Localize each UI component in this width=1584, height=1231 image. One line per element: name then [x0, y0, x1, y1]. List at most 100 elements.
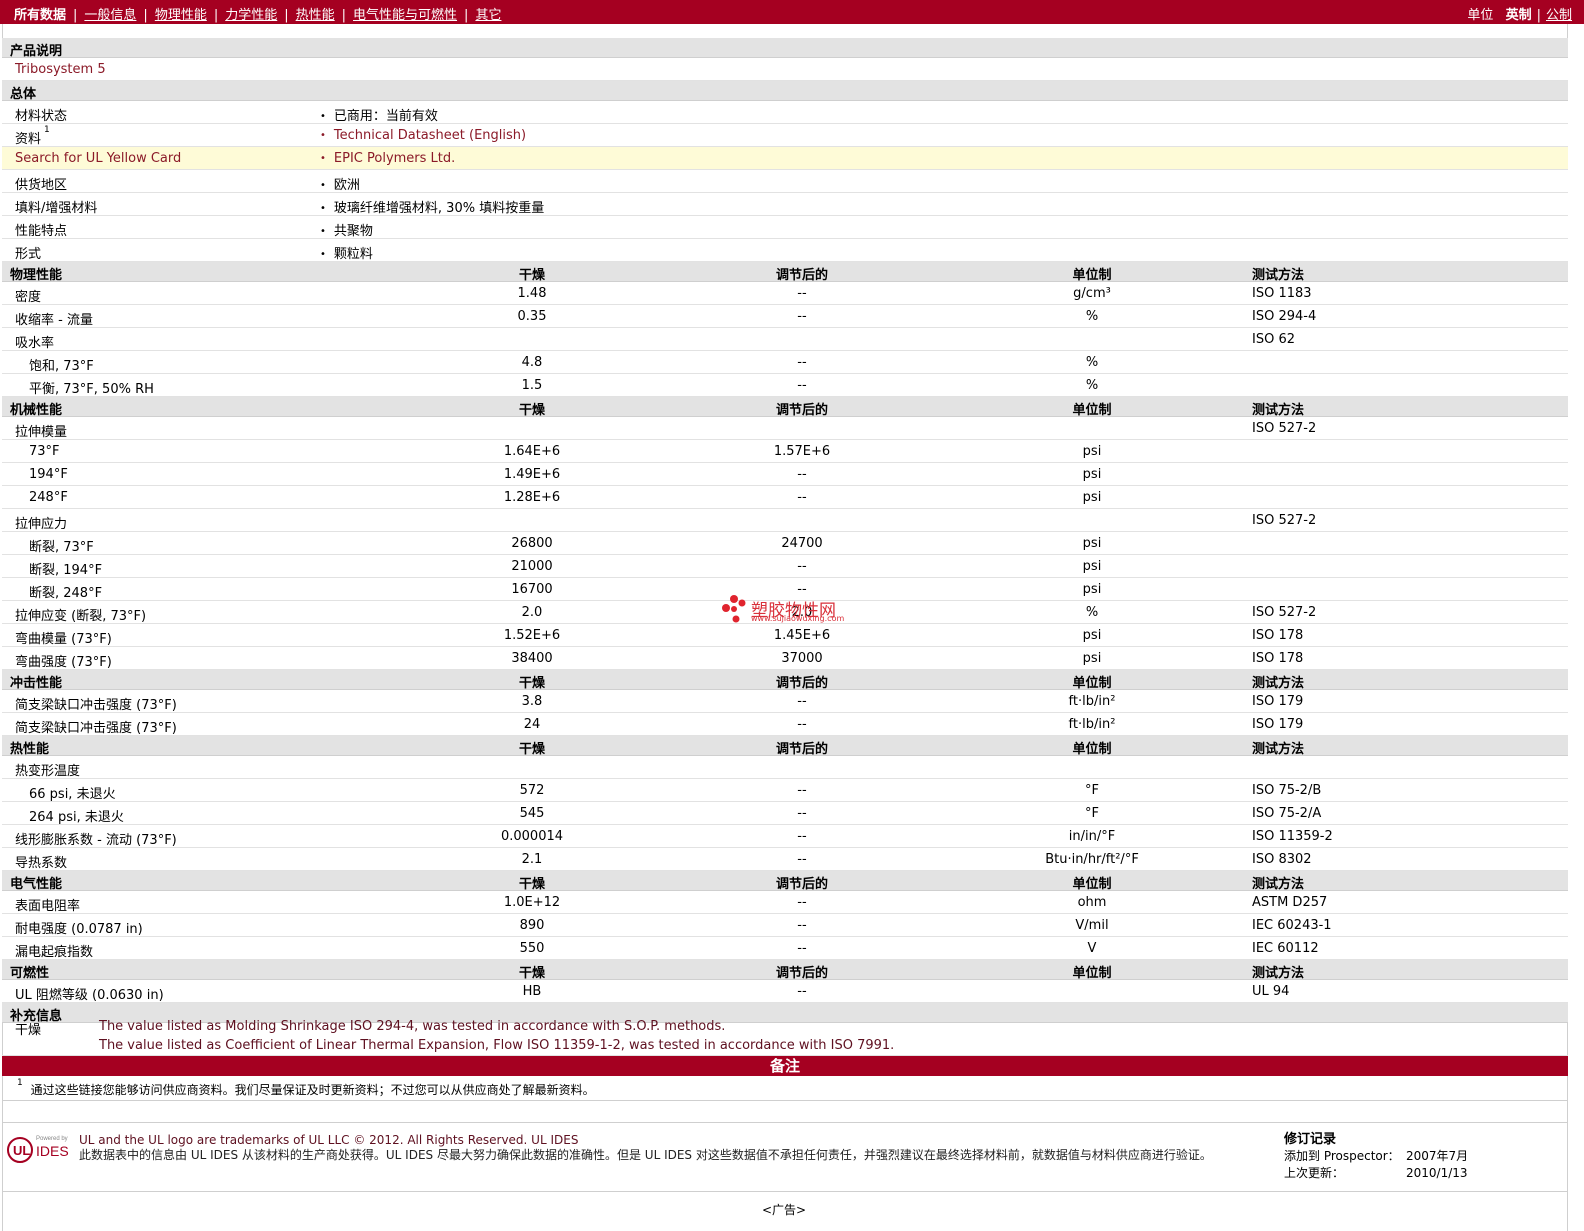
nav-other[interactable]: 其它 [475, 8, 501, 23]
property-label: 供货地区 [15, 174, 67, 193]
nav-general-info[interactable]: 一般信息 [84, 8, 136, 23]
revision-history: 修订记录 添加到 Prospector： 2007年7月 上次更新： 2010/1/… [1284, 1131, 1468, 1182]
remarks-header: 备注 [2, 1056, 1568, 1076]
col-header-unit: 单位制 [1072, 742, 1112, 757]
property-label: 弯曲强度 (73°F) [15, 655, 112, 670]
general-info-row: 供货地区 欧洲 [2, 170, 1568, 193]
property-label: 耐电强度 (0.0787 in) [15, 922, 143, 937]
value-conditioned: 1.57E+6 [773, 444, 831, 459]
nav-all-data[interactable]: 所有数据 [14, 8, 66, 23]
value-conditioned: -- [797, 895, 807, 910]
value-test-method: ISO 527-2 [1252, 513, 1317, 528]
col-header-method: 测试方法 [1252, 877, 1305, 892]
property-label-text: 填料/增强材料 [15, 201, 98, 216]
col-header-unit: 单位制 [1072, 268, 1112, 283]
general-info-row: 形式 颗粒料 [2, 239, 1568, 262]
table-row: 拉伸模量 ISO 527-2 [2, 417, 1568, 440]
revision-title: 修订记录 [1284, 1132, 1337, 1147]
table-row: 73°F 1.64E+6 1.57E+6 psi [2, 440, 1568, 463]
value-test-method: ISO 178 [1252, 628, 1304, 643]
col-header-unit: 单位制 [1072, 877, 1112, 892]
advertisement-label: <广告> [761, 1203, 807, 1217]
value-unit: % [1085, 378, 1099, 393]
supplemental-note-1: The value listed as Molding Shrinkage IS… [99, 1019, 726, 1034]
section-title: 热性能 [10, 742, 50, 757]
value-test-method: ASTM D257 [1252, 895, 1328, 910]
value-test-method: IEC 60243-1 [1252, 918, 1332, 933]
section-title: 电气性能 [10, 877, 63, 892]
value-test-method: ISO 179 [1252, 694, 1304, 709]
value-test-method: ISO 62 [1252, 332, 1295, 347]
supplemental-label: 干燥 [15, 1023, 42, 1038]
table-row: 平衡, 73°F, 50% RH 1.5 --% [2, 374, 1568, 397]
table-row: UL 阻燃等级 (0.0630 in) HB -- UL 94 [2, 980, 1568, 1003]
table-row: 194°F 1.49E+6 -- psi [2, 463, 1568, 486]
section-header-general: 总体 [2, 81, 1568, 102]
table-row: 线形膨胀系数 - 流动 (73°F) 0.000014 -- in/in/°F ISO … [2, 825, 1568, 848]
section-title: 机械性能 [10, 403, 63, 418]
property-label: 66 psi, 未退火 [29, 787, 116, 802]
col-header-conditioned: 调节后的 [775, 877, 829, 892]
value-conditioned: -- [797, 490, 807, 505]
col-header-dry: 干燥 [518, 268, 546, 283]
divider [2, 1100, 1568, 1101]
value-dry: 38400 [511, 651, 553, 666]
units-label: 单位 [1467, 8, 1494, 23]
property-label: 收缩率 - 流量 [15, 313, 93, 328]
value-conditioned: 1.45E+6 [773, 628, 831, 643]
col-header-unit: 单位制 [1072, 403, 1112, 418]
col-header-unit: 单位制 [1072, 676, 1112, 691]
property-label: 拉伸应力 [15, 517, 68, 532]
trademark-line: UL and the UL logo are trademarks of UL … [79, 1133, 579, 1147]
table-row: 导热系数 2.1 -- Btu·in/hr/ft²/°F ISO 8302 [2, 848, 1568, 871]
value-conditioned: -- [797, 918, 807, 933]
divider [2, 1122, 1568, 1123]
col-header-dry: 干燥 [518, 966, 546, 981]
section-header-physical: 物理性能 干燥 调节后的 单位制 测试方法 [2, 262, 1568, 283]
value-conditioned: -- [797, 467, 807, 482]
property-label: 材料状态 [15, 105, 67, 124]
col-header-method: 测试方法 [1252, 676, 1305, 691]
value-conditioned: -- [797, 783, 807, 798]
value-unit: psi [1082, 628, 1102, 643]
value-unit: ohm [1077, 895, 1107, 910]
value-unit: in/in/°F [1068, 829, 1116, 844]
section-title: 可燃性 [10, 966, 50, 981]
nav-physical[interactable]: 物理性能 [155, 8, 207, 23]
table-row: 断裂, 73°F 26800 24700 psi [2, 532, 1568, 555]
value-conditioned: -- [797, 941, 807, 956]
nav-mechanical[interactable]: 力学性能 [225, 8, 277, 23]
property-label: 简支梁缺口冲击强度 (73°F) [15, 721, 177, 736]
logo-ul-text: UL [13, 1143, 30, 1158]
nav-thermal[interactable]: 热性能 [296, 8, 335, 23]
property-value: 玻璃纤维增强材料, 30% 填料按重量 [320, 197, 544, 216]
value-unit: psi [1082, 559, 1102, 574]
table-row: 饱和, 73°F 4.8 --% [2, 351, 1568, 374]
value-unit: ft·lb/in² [1068, 694, 1116, 709]
col-header-method: 测试方法 [1252, 742, 1305, 757]
value-test-method: ISO 178 [1252, 651, 1304, 666]
table-row: 密度 1.48 -- g/cm³ ISO 1183 [2, 282, 1568, 305]
section-title: 总体 [10, 87, 37, 102]
supplemental-notes: 干燥 The value listed as Molding Shrinkage… [2, 1016, 1568, 1056]
value-unit: °F [1085, 806, 1099, 821]
nav-electrical-flammability[interactable]: 电气性能与可燃性 [353, 8, 457, 23]
col-header-conditioned: 调节后的 [775, 268, 829, 283]
top-nav-bar: 所有数据 | 一般信息 | 物理性能 | 力学性能 | 热性能 | 电气性能与可燃性 | 其它 单位 英… [0, 0, 1584, 24]
technical-datasheet-link[interactable]: Technical Datasheet (English) [320, 128, 526, 143]
property-label: 填料/增强材料 [15, 197, 97, 216]
units-metric-link[interactable]: 公制 [1546, 8, 1572, 23]
revision-added-label: 添加到 Prospector： [1284, 1149, 1400, 1163]
table-row: 吸水率 ISO 62 [2, 328, 1568, 351]
value-unit: psi [1082, 444, 1102, 459]
value-test-method: ISO 527-2 [1252, 605, 1317, 620]
section-nav: 所有数据 | 一般信息 | 物理性能 | 力学性能 | 热性能 | 电气性能与可燃性 | 其它 [14, 8, 502, 23]
supplier-link[interactable]: EPIC Polymers Ltd. [320, 151, 455, 166]
section-header-mechanical: 机械性能 干燥 调节后的 单位制 测试方法 [2, 397, 1568, 418]
section-title: 冲击性能 [10, 676, 63, 691]
ul-yellow-card-link[interactable]: Search for UL Yellow Card [15, 151, 181, 166]
value-conditioned: 37000 [781, 651, 823, 666]
value-unit: psi [1082, 582, 1102, 597]
table-row: 弯曲强度 (73°F) 38400 37000 psi ISO 178 [2, 647, 1568, 670]
value-conditioned: -- [797, 309, 807, 324]
